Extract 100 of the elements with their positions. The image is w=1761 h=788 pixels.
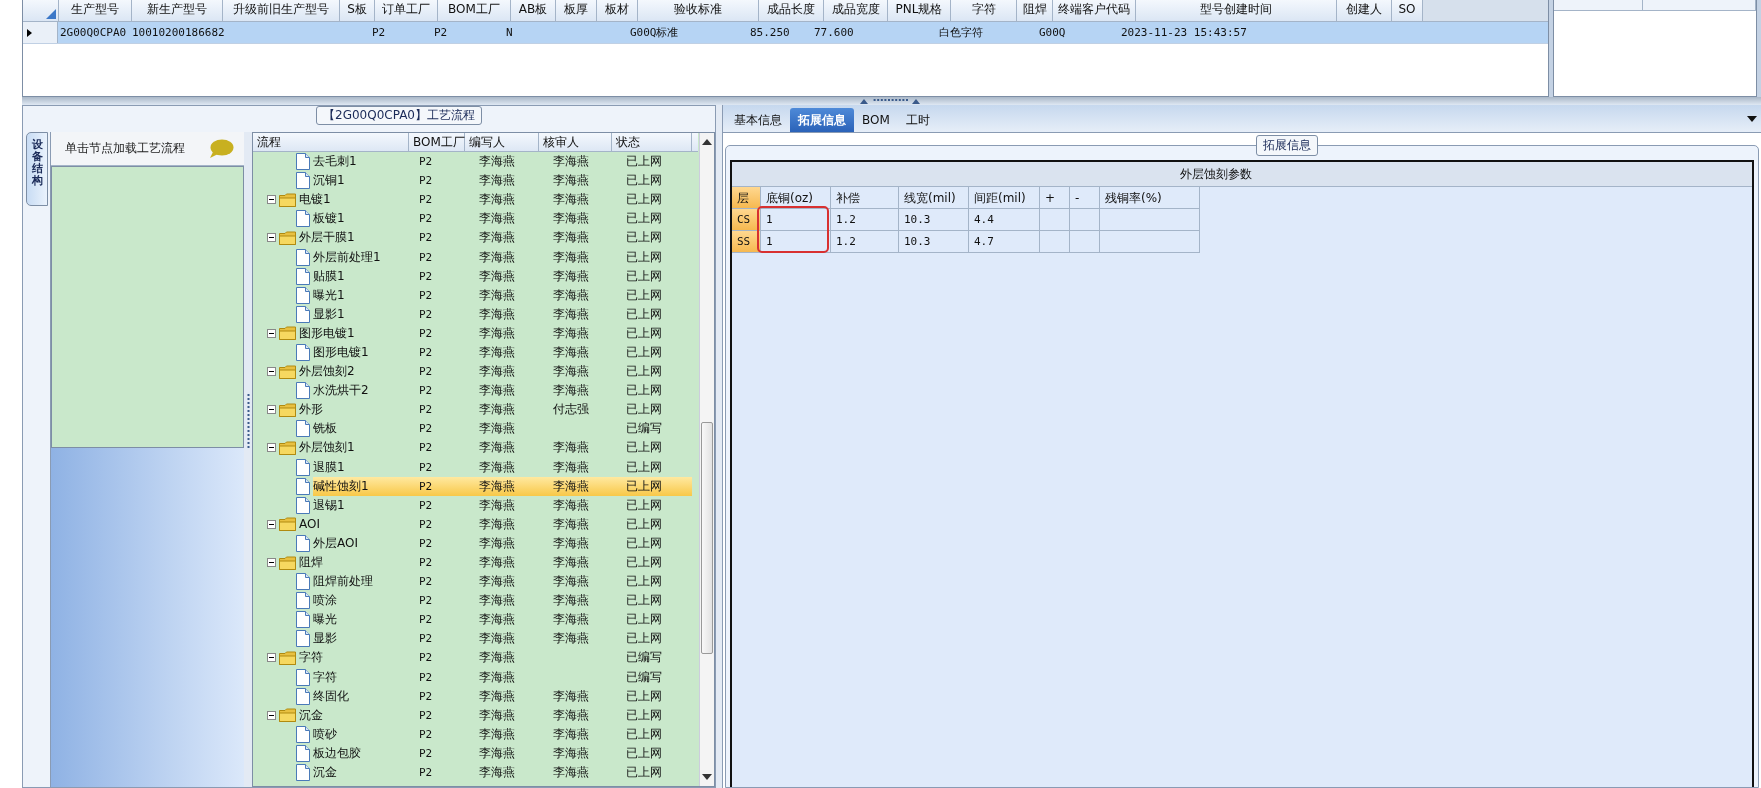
column-header[interactable]: 创建人 bbox=[1337, 0, 1392, 21]
column-header[interactable]: 字符 bbox=[951, 0, 1017, 21]
column-header[interactable]: 成品长度 bbox=[759, 0, 824, 21]
collapse-icon[interactable] bbox=[267, 367, 276, 377]
tree-row[interactable]: 喷涂 P2 李海燕 李海燕 已上网 bbox=[253, 591, 698, 611]
tree-row[interactable]: 碱性蚀刻1 P2 李海燕 李海燕 已上网 bbox=[253, 476, 698, 496]
folder-icon bbox=[279, 440, 296, 455]
table-cell: P2 bbox=[419, 288, 433, 302]
tree-row[interactable]: 曝光1 P2 李海燕 李海燕 已上网 bbox=[253, 285, 698, 305]
tree-row[interactable]: 终固化 P2 李海燕 李海燕 已上网 bbox=[253, 686, 698, 706]
splitter-grip-icon[interactable] bbox=[860, 98, 920, 104]
collapse-icon[interactable] bbox=[267, 653, 276, 663]
column-header[interactable]: 型号创建时间 bbox=[1136, 0, 1337, 21]
scrollbar[interactable] bbox=[699, 133, 714, 786]
tree-row[interactable]: 贴膜1 P2 李海燕 李海燕 已上网 bbox=[253, 266, 698, 286]
scroll-up-icon[interactable] bbox=[702, 139, 712, 145]
table-cell: 已上网 bbox=[626, 211, 662, 226]
tree-row[interactable]: 板边包胶 P2 李海燕 李海燕 已上网 bbox=[253, 743, 698, 763]
tree-row[interactable]: 显影1 P2 李海燕 李海燕 已上网 bbox=[253, 304, 698, 324]
column-header[interactable]: 阻焊 bbox=[1017, 0, 1053, 21]
tree-row[interactable]: 字符 P2 李海燕 已编写 bbox=[253, 667, 698, 687]
collapse-icon[interactable] bbox=[267, 443, 276, 453]
collapse-icon[interactable] bbox=[267, 558, 276, 567]
tab[interactable]: 工时 bbox=[897, 108, 938, 132]
tree-row[interactable]: 外形 P2 李海燕 付志强 已上网 bbox=[253, 400, 698, 420]
column-header[interactable]: 残铜率(%) bbox=[1100, 187, 1200, 209]
process-name: 阻焊 bbox=[299, 554, 323, 571]
tree-row[interactable]: 外层蚀刻2 P2 李海燕 李海燕 已上网 bbox=[253, 362, 698, 382]
scrollbar-thumb[interactable] bbox=[701, 422, 713, 654]
column-header[interactable]: 底铜(oz) bbox=[761, 187, 831, 209]
column-header[interactable]: S板 bbox=[340, 0, 375, 21]
tree-row[interactable]: 阻焊前处理 P2 李海燕 李海燕 已上网 bbox=[253, 572, 698, 592]
column-header[interactable]: AB板 bbox=[511, 0, 556, 21]
column-header[interactable]: PNL规格 bbox=[888, 0, 951, 21]
tree-row[interactable]: 阻焊 P2 李海燕 李海燕 已上网 bbox=[253, 552, 698, 573]
tab[interactable]: 拓展信息 bbox=[790, 108, 854, 132]
tree-row[interactable]: 曝光 P2 李海燕 李海燕 已上网 bbox=[253, 610, 698, 630]
tree-row[interactable]: 显影 P2 李海燕 李海燕 已上网 bbox=[253, 629, 698, 649]
tree-row[interactable]: 水洗烘干2 P2 李海燕 李海燕 已上网 bbox=[253, 381, 698, 401]
column-header[interactable]: 终端客户代码 bbox=[1053, 0, 1136, 21]
table-cell: P2 bbox=[419, 479, 433, 493]
tree-row[interactable]: 沉金 P2 李海燕 李海燕 已上网 bbox=[253, 763, 698, 783]
dropdown-caret-icon[interactable] bbox=[1747, 116, 1757, 122]
column-header[interactable]: 升级前旧生产型号 bbox=[223, 0, 340, 21]
tree-row[interactable]: 字符 P2 李海燕 已编写 bbox=[253, 648, 698, 668]
column-header[interactable]: 线宽(mil) bbox=[899, 187, 969, 209]
column-header[interactable]: BOM工厂 bbox=[409, 133, 465, 151]
collapse-icon[interactable] bbox=[267, 519, 276, 529]
column-header[interactable]: 补偿 bbox=[831, 187, 899, 209]
tree-row[interactable]: 退膜1 P2 李海燕 李海燕 已上网 bbox=[253, 457, 698, 477]
tree-row[interactable]: 板镀1 P2 李海燕 李海燕 已上网 bbox=[253, 209, 698, 229]
column-header[interactable]: 成品宽度 bbox=[824, 0, 888, 21]
table-cell: 李海燕 bbox=[479, 650, 515, 665]
table-cell: P2 bbox=[419, 346, 433, 359]
tree-row[interactable]: 退锡1 P2 李海燕 李海燕 已上网 bbox=[253, 495, 698, 515]
collapse-icon[interactable] bbox=[267, 233, 276, 243]
tab[interactable]: 基本信息 bbox=[726, 108, 790, 132]
table-cell: 已上网 bbox=[626, 154, 662, 169]
tree-row[interactable]: 去毛刺1 P2 李海燕 李海燕 已上网 bbox=[253, 152, 698, 172]
collapse-icon[interactable] bbox=[267, 405, 276, 415]
column-header[interactable]: 订单工厂 bbox=[375, 0, 438, 21]
tree-row[interactable]: 沉金 P2 李海燕 李海燕 已上网 bbox=[253, 705, 698, 725]
tree-row[interactable]: 外层前处理1 P2 李海燕 李海燕 已上网 bbox=[253, 247, 698, 267]
tree-row[interactable]: 喷砂 P2 李海燕 李海燕 已上网 bbox=[253, 724, 698, 744]
process-name: 外层AOI bbox=[313, 534, 358, 552]
tree-row[interactable]: AOI P2 李海燕 李海燕 已上网 bbox=[253, 514, 698, 534]
side-tab[interactable]: 设备结构 bbox=[26, 132, 48, 206]
table-cell: 李海燕 bbox=[479, 325, 515, 340]
tab[interactable]: BOM bbox=[854, 108, 898, 132]
tree-row[interactable]: 铣板 P2 李海燕 已编写 bbox=[253, 419, 698, 439]
column-header[interactable]: 间距(mil) bbox=[969, 187, 1040, 209]
column-header[interactable]: 编写人 bbox=[465, 133, 539, 151]
tree-row[interactable]: 外层干膜1 P2 李海燕 李海燕 已上网 bbox=[253, 228, 698, 248]
grid-row[interactable]: 2G00Q0CPA0 10010200186682 P2 P2 N G00Q标准 85.250 77.600 白色字符 G00Q 2023-11-23 15:43:57 bbox=[23, 22, 1548, 44]
column-header[interactable]: - bbox=[1070, 187, 1100, 209]
column-header[interactable]: 生产型号 bbox=[59, 0, 132, 21]
column-header[interactable]: 验收标准 bbox=[638, 0, 759, 21]
column-header[interactable]: 层 bbox=[732, 187, 761, 209]
tree-row[interactable]: 外层蚀刻1 P2 李海燕 李海燕 已上网 bbox=[253, 438, 698, 458]
column-header[interactable]: 状态 bbox=[612, 133, 692, 151]
tree-row[interactable]: 沉铜1 P2 李海燕 李海燕 已上网 bbox=[253, 171, 698, 191]
collapse-icon[interactable] bbox=[267, 710, 276, 720]
tree-row[interactable]: 图形电镀1 P2 李海燕 李海燕 已上网 bbox=[253, 323, 698, 343]
column-header[interactable]: 板厚 bbox=[556, 0, 597, 21]
tree-row[interactable]: 外层AOI P2 李海燕 李海燕 已上网 bbox=[253, 533, 698, 553]
column-header[interactable]: 板材 bbox=[597, 0, 638, 21]
column-header[interactable]: 流程 bbox=[253, 133, 409, 151]
column-header[interactable]: 新生产型号 bbox=[132, 0, 223, 21]
tree-row[interactable]: 电镀1 P2 李海燕 李海燕 已上网 bbox=[253, 190, 698, 210]
tree-row[interactable]: 图形电镀1 P2 李海燕 李海燕 已上网 bbox=[253, 342, 698, 363]
column-header[interactable]: 核审人 bbox=[539, 133, 612, 151]
process-name: 沉金 bbox=[299, 706, 323, 724]
collapse-icon[interactable] bbox=[267, 195, 276, 205]
collapse-icon[interactable] bbox=[267, 328, 276, 338]
column-header[interactable]: BOM工厂 bbox=[438, 0, 511, 21]
process-name: 板镀1 bbox=[313, 210, 345, 228]
column-header[interactable]: + bbox=[1040, 187, 1070, 209]
process-name: 曝光 bbox=[313, 611, 337, 629]
table-cell: 李海燕 bbox=[479, 497, 515, 512]
scroll-down-icon[interactable] bbox=[702, 774, 712, 780]
